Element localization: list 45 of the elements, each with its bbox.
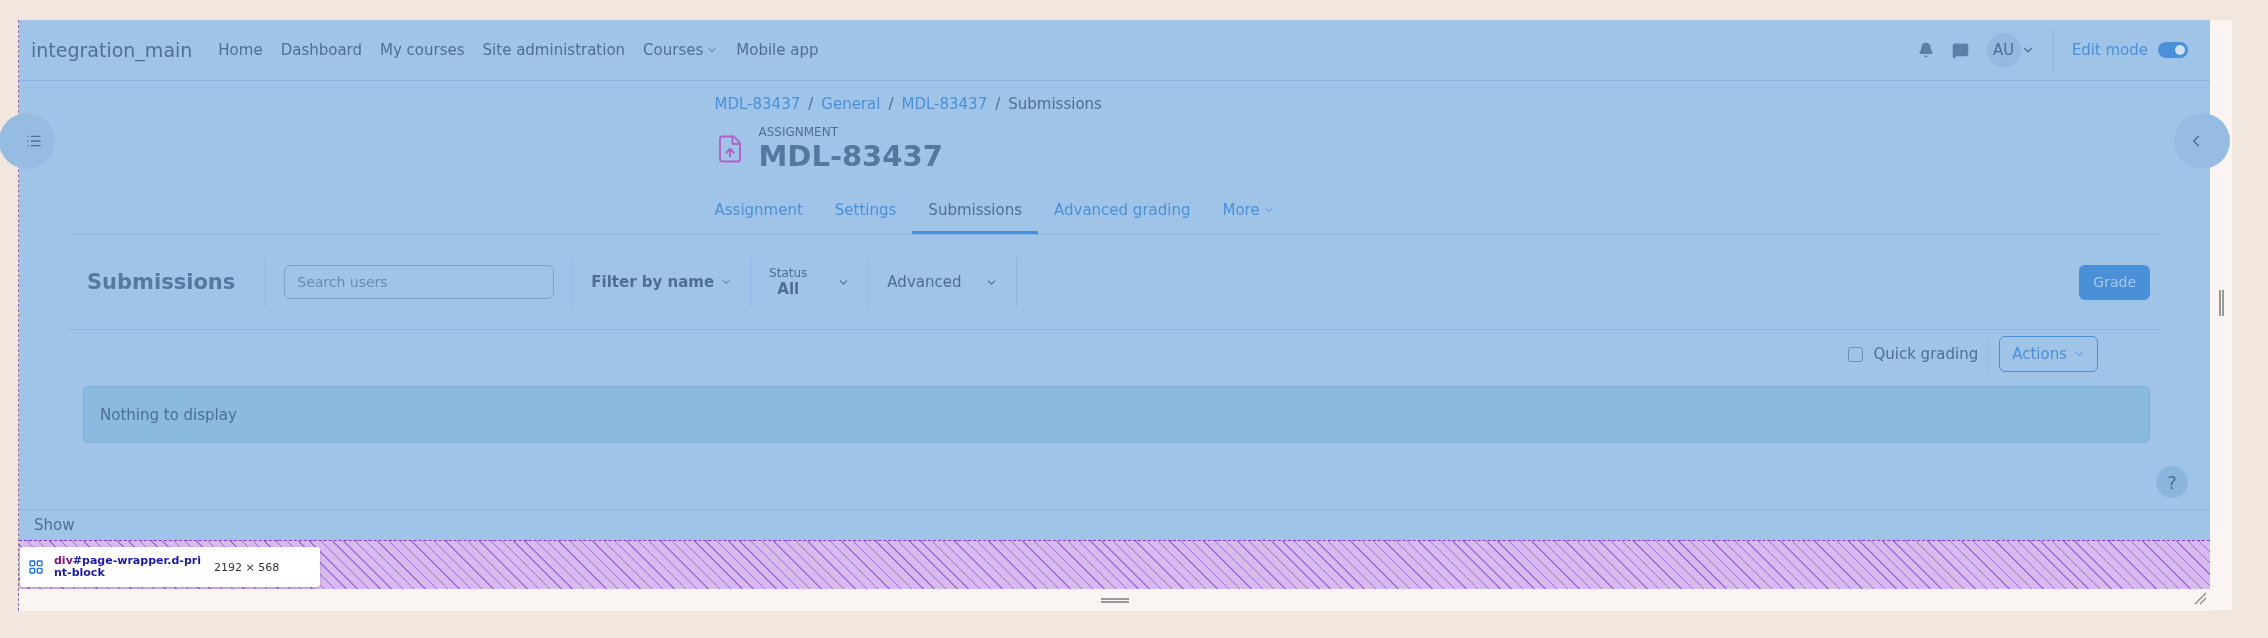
nav-link[interactable]: Home	[218, 41, 263, 59]
section-heading: Submissions	[87, 270, 237, 294]
filter-dropdown[interactable]: Filter by name	[591, 273, 733, 291]
resize-handle-icon[interactable]	[2218, 290, 2224, 316]
nav-link[interactable]: Mobile app	[736, 41, 819, 59]
nav-link[interactable]: Site administration	[482, 41, 626, 59]
breadcrumb-link[interactable]: MDL-83437	[901, 95, 988, 113]
element-selector: div#page-wrapper.d-print-block	[54, 555, 202, 579]
grade-button[interactable]: Grade	[2079, 264, 2150, 300]
nav-tab[interactable]: Advanced grading	[1038, 201, 1207, 234]
list-icon	[26, 133, 42, 149]
breadcrumb-separator: /	[808, 95, 814, 113]
user-avatar[interactable]: AU	[1986, 33, 2021, 67]
edit-mode-label[interactable]: Edit mode	[2071, 41, 2148, 59]
quick-grading-checkbox[interactable]	[1848, 346, 1864, 362]
breadcrumb-link[interactable]: MDL-83437	[714, 95, 801, 113]
search-field[interactable]: Search users	[284, 265, 555, 299]
messages-icon[interactable]	[1951, 41, 1969, 59]
nav-link[interactable]: My courses	[380, 41, 465, 59]
resize-grip-icon[interactable]	[1100, 597, 1129, 603]
show-toggle[interactable]: Show	[34, 516, 75, 534]
advanced-dropdown[interactable]: Advanced	[887, 273, 999, 291]
site-name[interactable]: integration_main	[31, 39, 193, 61]
nav-tab[interactable]: Assignment	[714, 201, 819, 234]
nav-tab[interactable]: More	[1206, 201, 1291, 234]
breadcrumb-link[interactable]: General	[821, 95, 881, 113]
layout-icon	[28, 559, 44, 575]
resize-corner-icon[interactable]	[2192, 590, 2208, 606]
breadcrumb-current: Submissions	[1008, 95, 1102, 113]
notifications-icon[interactable]	[1917, 42, 1934, 58]
help-button[interactable]: ?	[2156, 466, 2188, 498]
nav-link[interactable]: Dashboard	[280, 41, 363, 59]
status-dropdown[interactable]: Status All	[769, 266, 851, 298]
element-size: 2192 × 568	[214, 560, 280, 574]
activity-type: ASSIGNMENT	[758, 125, 839, 139]
breadcrumb-separator: /	[995, 95, 1001, 113]
breadcrumb-separator: /	[888, 95, 894, 113]
nav-link[interactable]: Courses	[643, 41, 719, 59]
edit-mode-toggle[interactable]	[2158, 42, 2188, 58]
nav-tab[interactable]: Settings	[818, 201, 913, 234]
empty-message: Nothing to display	[83, 386, 2150, 443]
quick-grading-label[interactable]: Quick grading	[1873, 345, 1979, 363]
actions-button[interactable]: Actions	[1999, 336, 2098, 372]
page-title: MDL-83437	[758, 139, 943, 173]
nav-tab[interactable]: Submissions	[912, 201, 1038, 234]
